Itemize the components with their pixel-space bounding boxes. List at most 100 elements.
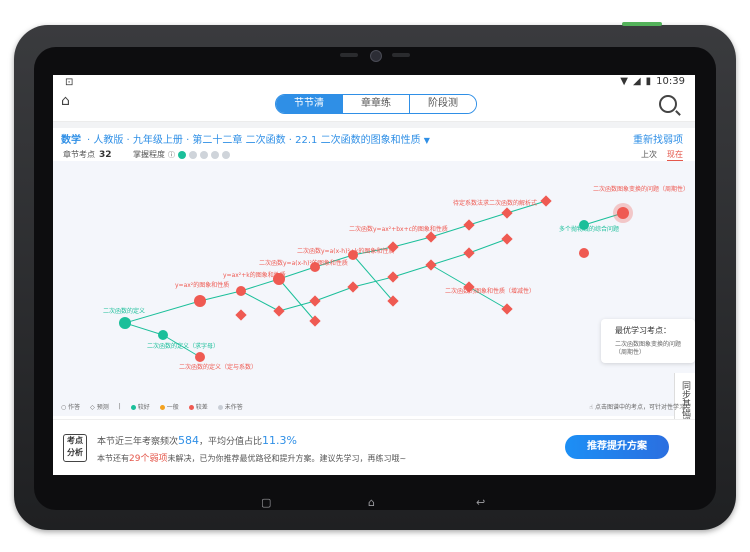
graph-edge [430,252,470,266]
graph-node[interactable] [425,259,437,271]
graph-legend: ○ 作答 ◇ 预测 | 较好 一般 较差 未作答 [61,402,243,411]
bulb-icon [189,150,197,159]
legend-label: 预测 [96,404,109,411]
chevron-down-icon: ▼ [423,136,430,145]
status-bar: ⊡ ▼ ◢ ▮ 10:39 [53,75,695,91]
legend-item: 较好 [130,402,150,411]
legend-item: 较差 [188,402,208,411]
graph-edge [392,236,432,248]
mode-tabs: 节节清 章章练 阶段测 [275,94,477,114]
speaker-grille [392,53,410,57]
bulb-icon [211,150,219,159]
weak-count: 29个弱项 [129,454,168,464]
graph-node[interactable] [273,305,285,317]
tab-jiejieqing[interactable]: 节节清 [276,95,343,113]
nav-prev[interactable]: 上次 [641,149,657,161]
graph-edge [278,300,316,312]
home-icon[interactable]: ⌂ [61,93,70,109]
search-icon[interactable] [659,95,677,113]
legend-dot [188,405,194,410]
freq-mid: ，平均分值占比 [199,437,263,447]
graph-edges [124,200,624,358]
freq-value: 584 [178,434,200,447]
nav-current[interactable]: 现在 [667,149,683,161]
bulb-icon [222,150,230,159]
graph-node[interactable] [501,207,513,219]
optimal-node[interactable] [617,207,629,219]
graph-node[interactable] [463,219,475,231]
mastery-legend: 掌握程度 ⓘ [133,149,230,160]
graph-node[interactable] [309,295,321,307]
frequency-line: 本节近三年考察频次584，平均分值占比11.3% [97,434,297,447]
node-label: 待定系数法求二次函数的解析式 [453,199,537,207]
recommend-plan-button[interactable]: 推荐提升方案 [565,435,669,459]
front-camera [370,50,382,62]
legend-item: 未作答 [217,402,243,411]
refind-weak-button[interactable]: 重新找弱项 [633,131,683,146]
graph-edge [314,286,354,302]
mastery-label: 掌握程度 [133,150,165,159]
recent-apps-icon[interactable]: ▢ [261,496,271,509]
graph-node[interactable] [119,317,131,329]
breadcrumb: 数学 · 人教版 · 九年级上册 · 第二十二章 二次函数 · 22.1 二次函… [53,128,695,146]
stats-row: 章节考点 32 掌握程度 ⓘ 上次 现在 [53,146,695,162]
node-label: 二次函数y=a(x-h)²的图象和性质 [259,259,348,267]
legend-label: 较差 [195,404,208,411]
graph-node[interactable] [425,231,437,243]
optimal-kp-card[interactable]: 最优学习考点： 二次函数图象变换的问题（周期性） [601,319,695,363]
graph-node[interactable] [195,352,205,362]
legend-dot [217,405,223,410]
chapter-path-text: · 人教版 · 九年级上册 · 第二十二章 二次函数 · 22.1 二次函数的图… [87,135,421,146]
graph-node[interactable] [463,247,475,259]
analysis-panel: 考点 分析 本节近三年考察频次584，平均分值占比11.3% 本节还有29个弱项… [53,419,695,475]
signal-icon: ◢ [632,76,641,87]
speaker-grille [340,53,358,57]
legend-label: 未作答 [224,404,243,411]
back-key-icon[interactable]: ↩ [476,496,485,509]
graph-node[interactable] [194,295,206,307]
graph-node[interactable] [540,195,552,207]
legend-label: 较好 [137,404,150,411]
badge-top: 考点 [67,436,83,445]
graph-edge [240,290,280,312]
node-label: 二次函数的定义 [103,307,145,315]
tab-zhangzhanglian[interactable]: 章章练 [343,95,410,113]
graph-tip-text: 点击图谱中的考点，可针对性学习 [594,404,685,411]
graph-edge [199,290,242,302]
graph-node[interactable] [347,281,359,293]
help-icon[interactable]: ⓘ [168,150,175,160]
legend-item: ◇ 预测 [90,404,109,411]
legend-dot [130,405,136,410]
node-label: 多个抛物线的综合问题 [559,225,619,233]
home-key-icon[interactable]: ⌂ [368,496,375,509]
node-label: y=ax²的图象和性质 [175,281,229,289]
tab-jieduance[interactable]: 阶段测 [410,95,476,113]
bulb-icon [178,150,186,159]
graph-edge [392,264,432,278]
legend-label: 作答 [68,404,81,411]
graph-edge [430,264,470,288]
graph-nodes [119,195,633,362]
weak-prefix: 本节还有 [97,454,129,463]
status-time: 10:39 [656,76,685,87]
node-label: 二次函数的定义（求字母） [147,342,219,350]
node-label: y=ax²+k的图象和性质 [223,271,286,279]
node-label: 二次函数图象变换的问题（周期性） [593,185,689,193]
subject-label[interactable]: 数学 [61,131,81,146]
graph-node[interactable] [387,271,399,283]
chapter-path[interactable]: · 人教版 · 九年级上册 · 第二十二章 二次函数 · 22.1 二次函数的图… [87,131,430,146]
node-label: 二次函数的图象和性质（增减性） [445,287,535,295]
graph-node[interactable] [235,309,247,321]
app-screen: ⊡ ▼ ◢ ▮ 10:39 ⌂ 节节清 章章练 阶段测 数学 · 人教版 · 九… [53,75,695,475]
time-nav: 上次 现在 [641,149,683,161]
graph-node[interactable] [579,248,589,258]
top-bar: ⌂ 节节清 章章练 阶段测 [53,91,695,122]
graph-node[interactable] [501,303,513,315]
graph-node[interactable] [158,330,168,340]
graph-node[interactable] [501,233,513,245]
graph-node[interactable] [236,286,246,296]
node-label: 二次函数y=a(x-h)²+k的图象和性质 [297,247,394,255]
graph-edge [468,238,508,254]
hand-icon: ☝ [589,404,594,411]
legend-item: ○ 作答 [61,404,81,411]
